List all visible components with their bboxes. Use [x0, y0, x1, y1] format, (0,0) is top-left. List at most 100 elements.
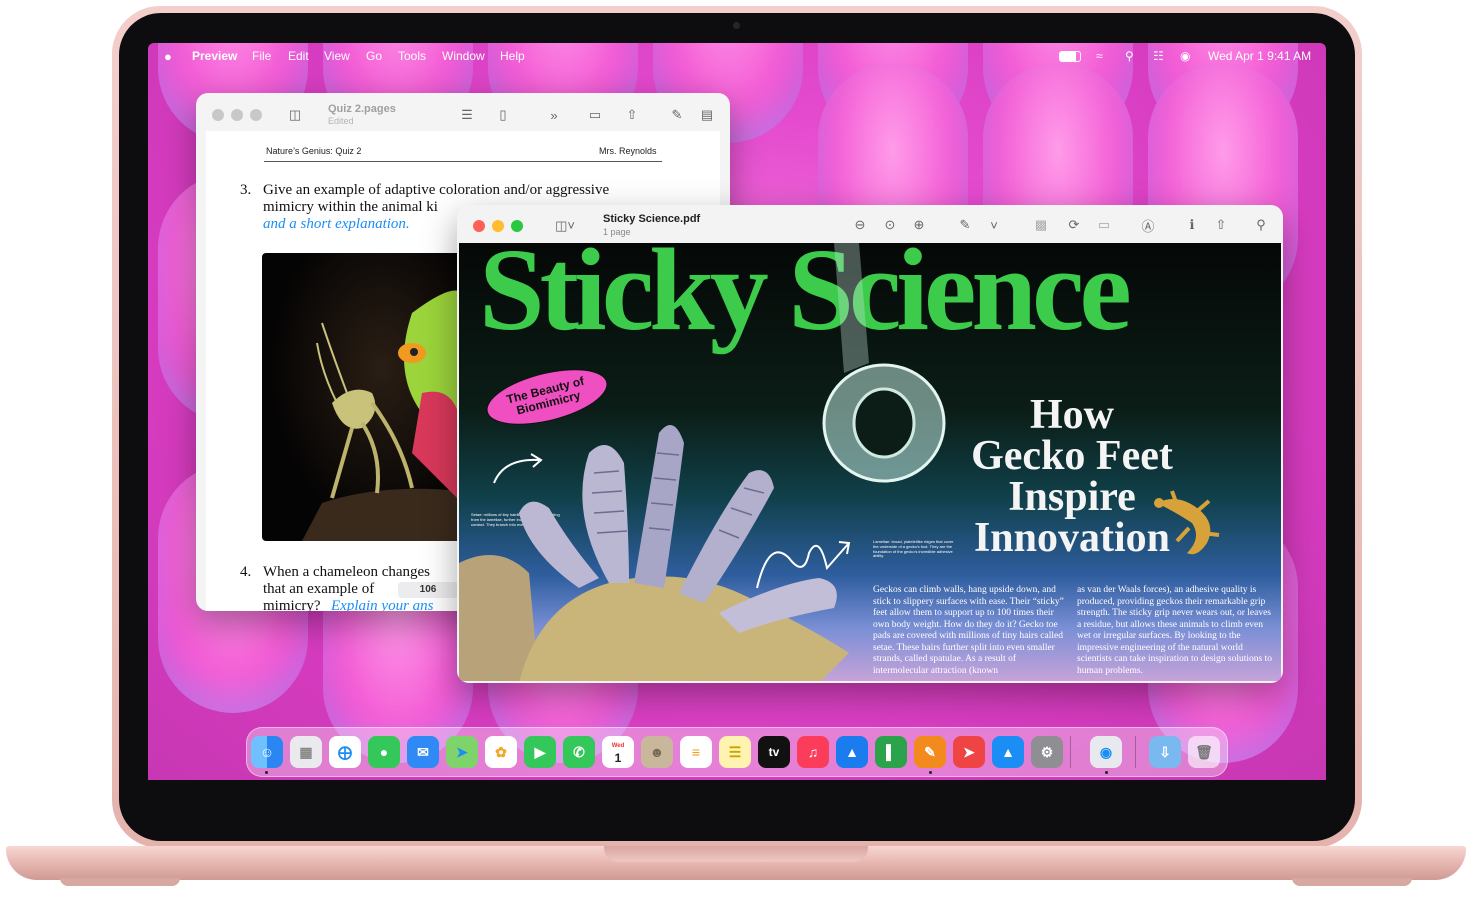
body-column-1: Geckos can climb walls, hang upside down… [873, 585, 1064, 676]
menu-bar: ● Preview File Edit View Go Tools Window… [148, 43, 1326, 69]
running-indicator [929, 771, 932, 774]
menu-clock[interactable]: Wed Apr 1 9:41 AM [1208, 49, 1311, 63]
close-button[interactable] [473, 220, 485, 232]
numbers-icon[interactable]: ▌ [875, 736, 907, 768]
preview-icon[interactable]: ◉ [1090, 736, 1122, 768]
launchpad-icon[interactable]: ▦ [290, 736, 322, 768]
mantis-illustration [302, 290, 462, 541]
notes-icon[interactable]: ☰ [719, 736, 751, 768]
minimize-button[interactable] [492, 220, 504, 232]
comment-icon[interactable]: ▭ [584, 104, 606, 126]
phone-icon[interactable]: ✆ [563, 736, 595, 768]
question-3-answer[interactable]: and a short explanation. [263, 216, 410, 233]
sidebar-toggle-icon[interactable]: ◫˅ [549, 215, 581, 237]
sidebar-icon[interactable]: ◫ [284, 104, 306, 126]
window-subtitle: Edited [328, 116, 354, 126]
format-brush-icon[interactable]: ✎ [666, 104, 688, 126]
document-icon[interactable]: ▤ [696, 104, 718, 126]
menu-window[interactable]: Window [442, 49, 485, 63]
doc-header-left: Nature’s Genius: Quiz 2 [266, 146, 362, 156]
photos-icon[interactable]: ✿ [485, 736, 517, 768]
format-list-icon[interactable]: ☰ [456, 104, 478, 126]
trash-icon[interactable]: 🗑 [1188, 736, 1220, 768]
menu-app-name[interactable]: Preview [192, 49, 237, 63]
zoom-in-icon[interactable]: ⊕ [908, 214, 930, 236]
safari-icon[interactable]: ⨁ [329, 736, 361, 768]
image-icon[interactable]: ▩ [1030, 214, 1052, 236]
downloads-folder-icon[interactable]: ⇩ [1149, 736, 1181, 768]
header-rule [264, 161, 662, 162]
question-4-line-2: that an example of [263, 581, 375, 597]
menu-view[interactable]: View [324, 49, 350, 63]
subhead-line-2: Gecko Feet [971, 433, 1173, 479]
facetime-icon[interactable]: ▶ [524, 736, 556, 768]
markup-pen-icon[interactable]: ✎ [954, 214, 976, 236]
clipboard-icon[interactable]: ▯ [492, 104, 514, 126]
chevron-down-icon[interactable]: ˅ [983, 214, 1005, 236]
rotate-icon[interactable]: ⟳ [1063, 214, 1085, 236]
zoom-to-fit-icon[interactable]: ⊙ [879, 214, 901, 236]
messages-icon[interactable]: ● [368, 736, 400, 768]
maps-icon[interactable]: ➤ [446, 736, 478, 768]
question-3-line-1: Give an example of adaptive coloration a… [263, 182, 610, 198]
dock: ☺ ▦ ⨁ ● ✉ ➤ ✿ ▶ ✆ Wed 1 ☻ ≡ ☰ tv ♫ ▲ ▌ ✎… [246, 727, 1228, 777]
question-3-line-2: mimicry within the animal ki [263, 199, 438, 215]
close-button[interactable] [212, 109, 224, 121]
system-settings-icon[interactable]: ⚙ [1031, 736, 1063, 768]
more-icon[interactable]: » [543, 104, 565, 126]
question-3-number: 3. [240, 182, 252, 198]
window-title: Sticky Science.pdf [603, 213, 701, 225]
keynote-icon[interactable]: ▲ [836, 736, 868, 768]
search-icon[interactable]: ⚲ [1250, 214, 1272, 236]
info-icon[interactable]: ℹ [1181, 214, 1203, 236]
gecko-foot-illustration [459, 425, 849, 681]
zoom-out-icon[interactable]: ⊖ [849, 214, 871, 236]
menu-tools[interactable]: Tools [398, 49, 426, 63]
body-column-2: as van der Waals forces), an adhesive qu… [1077, 585, 1272, 676]
pages-icon[interactable]: ✎ [914, 736, 946, 768]
calendar-icon[interactable]: Wed 1 [602, 736, 634, 768]
preview-window[interactable]: ◫˅ Sticky Science.pdf 1 page ⊖ ⊙ ⊕ ✎ ˅ ▩… [457, 205, 1283, 683]
zoom-button[interactable] [511, 220, 523, 232]
mail-icon[interactable]: ✉ [407, 736, 439, 768]
menu-help[interactable]: Help [500, 49, 525, 63]
share-icon[interactable]: ⇧ [621, 104, 643, 126]
desktop-screen: ● Preview File Edit View Go Tools Window… [148, 43, 1326, 780]
question-4-answer[interactable]: Explain your ans [331, 598, 434, 611]
wifi-icon[interactable]: ≈ [1096, 49, 1103, 63]
zoom-button[interactable] [250, 109, 262, 121]
question-4-number: 4. [240, 564, 252, 580]
pdf-page[interactable]: Sticky Science The Beauty of Biomimicry … [459, 243, 1281, 681]
rocket-app-icon[interactable]: ➤ [953, 736, 985, 768]
menu-file[interactable]: File [252, 49, 271, 63]
contacts-icon[interactable]: ☻ [641, 736, 673, 768]
laptop-foot-left [60, 878, 180, 886]
reminders-icon[interactable]: ≡ [680, 736, 712, 768]
menu-edit[interactable]: Edit [288, 49, 309, 63]
siri-icon[interactable]: ◉ [1180, 49, 1190, 63]
share-icon[interactable]: ⇧ [1210, 214, 1232, 236]
apple-menu-icon[interactable]: ● [164, 49, 172, 64]
control-center-icon[interactable]: ☷ [1153, 49, 1164, 63]
signature-icon[interactable]: ▭ [1093, 214, 1115, 236]
subhead-line-1: How [1030, 392, 1114, 438]
camera [733, 22, 740, 29]
tv-icon[interactable]: tv [758, 736, 790, 768]
window-subtitle: 1 page [603, 227, 631, 237]
question-4-line-3: mimicry? [263, 598, 321, 611]
gecko-icon [1154, 490, 1220, 555]
doc-header-right: Mrs. Reynolds [599, 146, 657, 156]
finder-icon[interactable]: ☺ [251, 736, 283, 768]
markup-circle-icon[interactable]: Ⓐ [1137, 214, 1159, 236]
laptop-foot-right [1292, 878, 1412, 886]
music-icon[interactable]: ♫ [797, 736, 829, 768]
running-indicator [1105, 771, 1108, 774]
app-store-icon[interactable]: ▲ [992, 736, 1024, 768]
mantis-photo [262, 253, 462, 541]
search-icon[interactable]: ⚲ [1125, 49, 1134, 63]
minimize-button[interactable] [231, 109, 243, 121]
battery-icon[interactable] [1059, 51, 1081, 62]
word-count-badge: 106 [398, 582, 458, 598]
question-4-line-1: When a chameleon changes [263, 564, 430, 580]
menu-go[interactable]: Go [366, 49, 382, 63]
